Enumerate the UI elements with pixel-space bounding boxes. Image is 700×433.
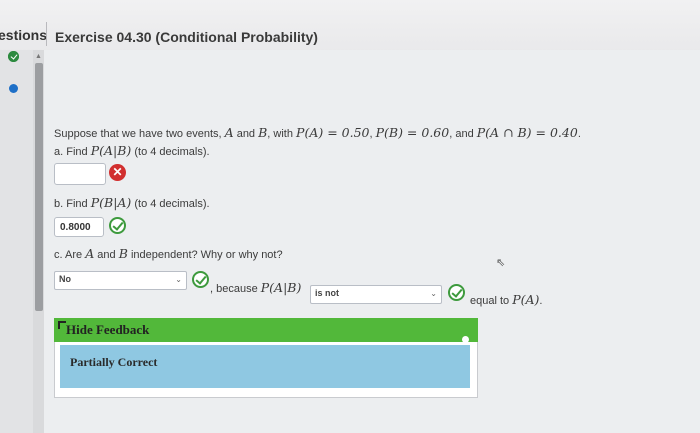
tab-divider bbox=[46, 22, 47, 46]
because-text: , because P(A|B) bbox=[210, 280, 302, 295]
part-c-prompt: c. Are A and B independent? Why or why n… bbox=[54, 246, 283, 261]
part-c-independence-select[interactable]: No ⌄ bbox=[54, 271, 187, 290]
scrollbar-thumb[interactable] bbox=[35, 63, 43, 311]
mouse-cursor-icon: ⇖ bbox=[496, 257, 506, 269]
part-a-prompt: a. Find P(A|B) (to 4 decimals). bbox=[54, 143, 210, 158]
current-question-dot-icon[interactable] bbox=[9, 84, 18, 93]
part-c-comparison-select[interactable]: is not ⌄ bbox=[310, 285, 442, 304]
chevron-down-icon: ⌄ bbox=[175, 275, 182, 284]
exercise-title: Exercise 04.30 (Conditional Probability) bbox=[55, 29, 318, 45]
collapse-dot-icon[interactable] bbox=[462, 336, 469, 343]
correct-check-icon bbox=[109, 217, 126, 234]
questions-tab[interactable]: estions bbox=[0, 27, 47, 43]
part-a-answer-input[interactable] bbox=[54, 163, 106, 185]
completed-check-icon[interactable] bbox=[8, 51, 19, 62]
feedback-result: Partially Correct bbox=[70, 355, 158, 369]
correct-check-icon bbox=[448, 284, 465, 301]
part-b-prompt: b. Find P(B|A) (to 4 decimals). bbox=[54, 195, 210, 210]
question-list-panel bbox=[0, 50, 33, 433]
part-b-answer-input[interactable]: 0.8000 bbox=[54, 217, 104, 237]
scroll-up-arrow-icon[interactable]: ▲ bbox=[35, 53, 42, 60]
chevron-down-icon: ⌄ bbox=[430, 289, 437, 298]
correct-check-icon bbox=[192, 271, 209, 288]
incorrect-x-icon: ✕ bbox=[109, 164, 126, 181]
feedback-corner-icon bbox=[58, 321, 66, 329]
hide-feedback-link[interactable]: Hide Feedback bbox=[66, 322, 149, 338]
equal-to-text: equal to P(A). bbox=[470, 292, 543, 307]
question-intro: Suppose that we have two events, A and B… bbox=[54, 125, 581, 140]
